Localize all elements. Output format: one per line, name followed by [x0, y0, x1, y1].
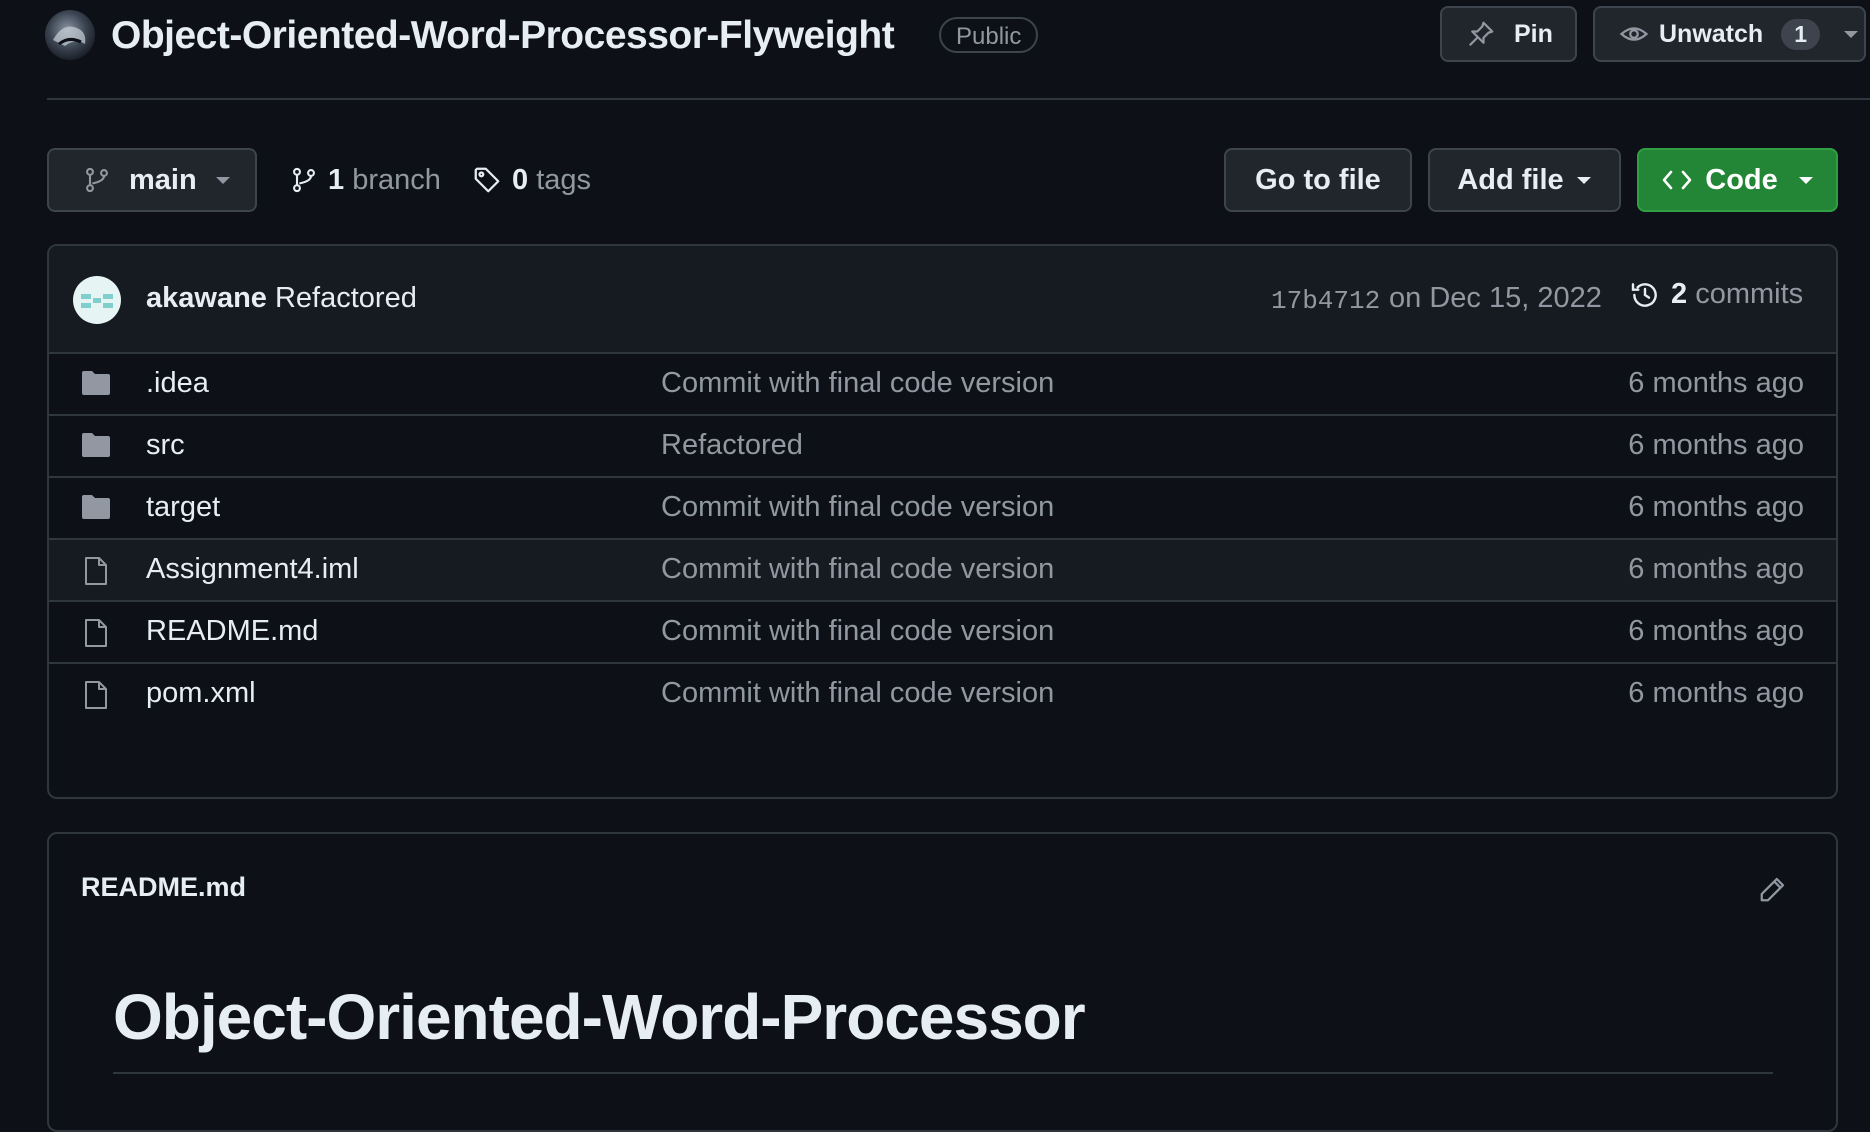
file-commit-message[interactable]: Refactored — [661, 429, 803, 462]
file-icon — [83, 618, 109, 648]
history-icon — [1629, 279, 1661, 311]
file-commit-age: 6 months ago — [1628, 615, 1804, 647]
chevron-down-icon[interactable] — [1842, 28, 1860, 40]
owner-avatar[interactable] — [45, 10, 95, 60]
readme-heading: Object-Oriented-Word-Processor — [113, 981, 1086, 1053]
commit-message[interactable]: Refactored — [275, 282, 417, 314]
git-branch-icon — [83, 165, 111, 195]
header-divider — [47, 98, 1870, 100]
pencil-icon[interactable] — [1758, 874, 1788, 904]
readme-panel: README.md Object-Oriented-Word-Processor — [47, 832, 1838, 1132]
visibility-badge: Public — [939, 17, 1039, 53]
file-row[interactable]: README.md Commit with final code version 6… — [49, 602, 1836, 664]
latest-commit-bar: akawane Refactored 17b4712 on Dec 15, 20… — [49, 246, 1836, 354]
branch-select-button[interactable]: main — [47, 148, 257, 212]
add-file-button[interactable]: Add file — [1428, 148, 1621, 212]
tag-word: tags — [536, 163, 592, 196]
file-row[interactable]: Assignment4.iml Commit with final code ve… — [49, 540, 1836, 602]
code-label: Code — [1705, 163, 1778, 196]
pin-icon — [1466, 19, 1496, 49]
file-name-link[interactable]: Assignment4.iml — [146, 553, 359, 586]
chevron-down-icon — [1798, 175, 1814, 185]
tags-link[interactable]: 0 tags — [472, 160, 591, 200]
file-name-link[interactable]: .idea — [146, 367, 209, 400]
file-row[interactable]: pom.xml Commit with final code version 6 m… — [49, 664, 1836, 726]
commit-sha[interactable]: 17b4712 — [1271, 286, 1380, 316]
file-commit-message[interactable]: Commit with final code version — [661, 553, 1054, 586]
branch-word: branch — [352, 163, 441, 196]
file-commit-message[interactable]: Commit with final code version — [661, 615, 1054, 648]
file-commit-age: 6 months ago — [1628, 429, 1804, 461]
commit-count: 2 — [1671, 278, 1688, 310]
file-row[interactable]: target Commit with final code version 6 mo… — [49, 478, 1836, 540]
readme-heading-rule — [113, 1072, 1773, 1074]
tag-icon — [472, 165, 502, 195]
folder-icon — [81, 370, 111, 396]
file-row[interactable]: src Refactored 6 months ago — [49, 416, 1836, 478]
file-row[interactable]: .idea Commit with final code version 6 mon… — [49, 354, 1836, 416]
file-icon — [83, 556, 109, 586]
file-browser: akawane Refactored 17b4712 on Dec 15, 20… — [47, 244, 1838, 799]
branch-name: main — [129, 163, 197, 196]
folder-icon — [81, 432, 111, 458]
commit-author-name[interactable]: akawane — [146, 282, 267, 314]
commit-count-word: commits — [1695, 278, 1804, 310]
file-commit-age: 6 months ago — [1628, 367, 1804, 399]
file-commit-age: 6 months ago — [1628, 677, 1804, 709]
file-name-link[interactable]: pom.xml — [146, 677, 256, 710]
chevron-down-icon — [1576, 175, 1592, 185]
watch-count: 1 — [1781, 18, 1820, 50]
code-button[interactable]: Code — [1637, 148, 1838, 212]
file-commit-message[interactable]: Commit with final code version — [661, 677, 1054, 710]
repo-title[interactable]: Object-Oriented-Word-Processor-Flyweight — [111, 12, 895, 60]
commit-author-avatar[interactable] — [73, 276, 121, 324]
code-icon — [1661, 167, 1693, 193]
add-file-label: Add file — [1457, 163, 1564, 196]
file-name-link[interactable]: target — [146, 491, 220, 524]
unwatch-button[interactable]: Unwatch 1 — [1593, 6, 1866, 62]
pin-label: Pin — [1514, 19, 1553, 48]
eye-icon — [1619, 19, 1649, 49]
file-commit-age: 6 months ago — [1628, 553, 1804, 585]
branch-count: 1 — [328, 163, 345, 196]
unwatch-label: Unwatch — [1659, 19, 1764, 48]
folder-icon — [81, 494, 111, 520]
commit-date: on Dec 15, 2022 — [1389, 282, 1602, 314]
file-name-link[interactable]: README.md — [146, 615, 318, 648]
file-commit-message[interactable]: Commit with final code version — [661, 367, 1054, 400]
file-icon — [83, 680, 109, 710]
chevron-down-icon — [215, 175, 231, 185]
file-name-link[interactable]: src — [146, 429, 185, 462]
file-commit-age: 6 months ago — [1628, 491, 1804, 523]
go-to-file-label: Go to file — [1255, 163, 1381, 196]
go-to-file-button[interactable]: Go to file — [1224, 148, 1412, 212]
tag-count: 0 — [512, 163, 529, 196]
branches-link[interactable]: 1 branch — [290, 160, 441, 200]
readme-filename[interactable]: README.md — [81, 872, 246, 903]
commits-link[interactable]: 2 commits — [1629, 278, 1803, 311]
file-commit-message[interactable]: Commit with final code version — [661, 491, 1054, 524]
pin-button[interactable]: Pin — [1440, 6, 1577, 62]
git-branch-icon — [290, 164, 318, 196]
